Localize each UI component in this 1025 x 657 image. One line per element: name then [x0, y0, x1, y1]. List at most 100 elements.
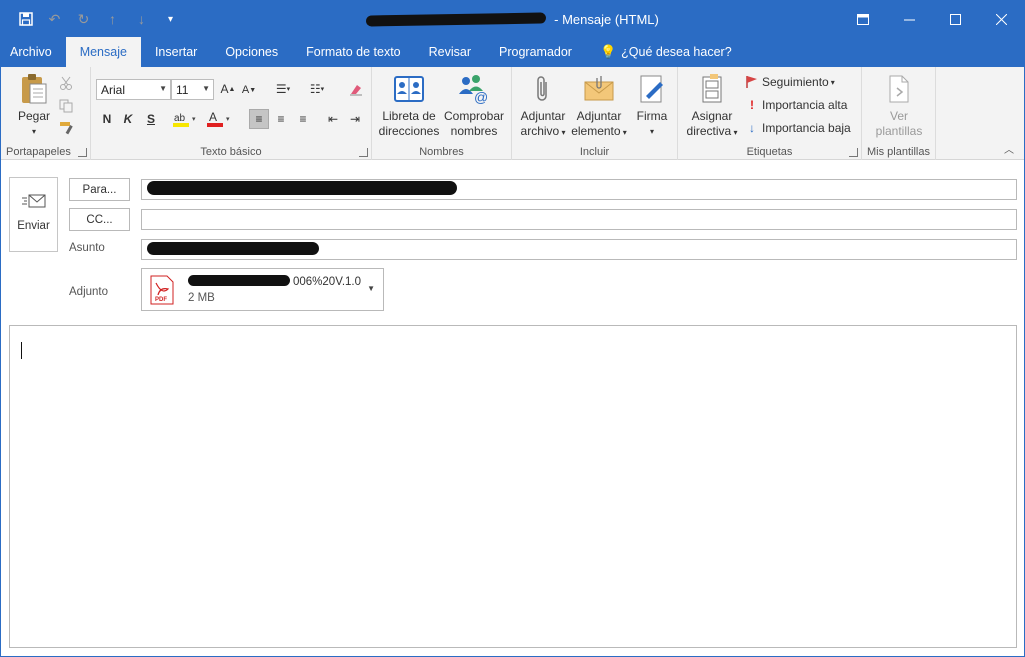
assign-policy-button[interactable]: Asignar directiva ▾ [681, 71, 743, 140]
message-body-editor[interactable] [9, 325, 1017, 648]
check-names-button[interactable]: @ Comprobar nombres [442, 71, 506, 139]
numbering-icon[interactable]: ☷ ▾ [303, 79, 331, 99]
template-icon [882, 71, 916, 107]
high-importance-button[interactable]: ! Importancia alta [745, 94, 847, 116]
group-templates: Ver plantillas Mis plantillas [862, 67, 936, 160]
bullets-icon[interactable]: ☰ ▾ [269, 79, 297, 99]
maximize-icon[interactable] [932, 1, 978, 37]
to-button[interactable]: Para... [69, 178, 130, 201]
tab-formato-de-texto[interactable]: Formato de texto [292, 37, 415, 67]
tab-mensaje[interactable]: Mensaje [65, 37, 141, 67]
tags-launcher-icon[interactable] [849, 148, 858, 157]
clipboard-launcher-icon[interactable] [78, 148, 87, 157]
font-size-value: 11 [176, 82, 189, 97]
svg-text:▾: ▾ [192, 116, 196, 123]
tell-me-box[interactable]: 💡 ¿Qué desea hacer? [586, 37, 746, 67]
address-book-button[interactable]: Libreta de direcciones [377, 71, 441, 139]
increase-indent-icon[interactable]: ⇥ [345, 109, 365, 129]
align-left-icon[interactable]: ≡ [249, 109, 269, 129]
tab-opciones[interactable]: Opciones [211, 37, 292, 67]
attachment-label: Adjunto [69, 286, 109, 298]
group-names: Libreta de direcciones @ Comprobar nombr… [372, 67, 512, 160]
address-book-label-1: Libreta de [382, 109, 436, 123]
group-basic-text: Arial ▼ 11 ▼ A ▲ A ▼ ☰ ▾ ☷ ▾ N K S ab ▾ A ▾ ≡ [91, 67, 372, 160]
group-label-names: Nombres [419, 146, 464, 158]
clipboard-icon [17, 71, 51, 107]
ribbon-display-options-icon[interactable] [840, 1, 886, 37]
group-label-clipboard: Portapapeles [6, 146, 71, 158]
cc-field[interactable] [141, 209, 1017, 230]
assign-policy-label-2: directiva [686, 124, 732, 138]
window-controls [840, 1, 1024, 37]
chevron-down-icon: ▾ [830, 77, 835, 87]
check-names-icon: @ [457, 71, 491, 107]
tell-me-text: ¿Qué desea hacer? [621, 45, 732, 59]
send-envelope-icon [21, 192, 47, 212]
group-label-tags: Etiquetas [746, 146, 793, 158]
minimize-icon[interactable] [886, 1, 932, 37]
svg-text:PDF: PDF [155, 297, 167, 303]
italic-button[interactable]: K [118, 109, 138, 129]
attach-item-label-1: Adjuntar [576, 109, 622, 123]
policy-cabinet-icon [695, 71, 729, 107]
highlight-color-button[interactable]: ab ▾ [171, 109, 201, 129]
shrink-font-icon[interactable]: A ▼ [239, 80, 259, 100]
follow-up-button[interactable]: Seguimiento ▾ [745, 71, 835, 93]
group-label-include: Incluir [579, 146, 610, 158]
view-templates-button[interactable]: Ver plantillas [868, 71, 930, 139]
font-size-select[interactable]: 11 ▼ [171, 79, 214, 100]
group-include: Adjuntar archivo ▾ Adjuntar elemento ▾ F… [512, 67, 678, 160]
attach-item-label-2: elemento [571, 124, 621, 138]
collapse-ribbon-icon[interactable]: ︿ [1004, 141, 1014, 156]
group-label-basic-text: Texto básico [200, 146, 262, 158]
chevron-down-icon: ▼ [202, 84, 210, 93]
attach-file-label-1: Adjuntar [520, 109, 566, 123]
tab-insertar[interactable]: Insertar [141, 37, 211, 67]
low-importance-button[interactable]: ↓ Importancia baja [745, 117, 851, 139]
font-color-button[interactable]: A ▾ [205, 109, 235, 129]
underline-button[interactable]: S [141, 109, 161, 129]
attachment-dropdown-icon[interactable]: ▼ [367, 284, 375, 293]
ribbon: Pegar ▾ Portapapeles Arial ▼ 11 ▼ A ▲ A … [1, 67, 1024, 160]
tab-revisar[interactable]: Revisar [415, 37, 485, 67]
redacted-recipients [147, 181, 457, 195]
attach-file-label-2: archivo [520, 124, 560, 138]
chevron-down-icon: ▼ [159, 84, 167, 93]
format-painter-icon[interactable] [59, 117, 75, 139]
flag-icon [746, 76, 757, 88]
pdf-icon: PDF [150, 275, 174, 305]
chevron-down-icon: ▾ [559, 128, 566, 137]
align-center-icon[interactable]: ≡ [271, 109, 291, 129]
bold-button[interactable]: N [97, 109, 117, 129]
tab-archivo[interactable]: Archivo [1, 37, 66, 67]
clear-formatting-icon[interactable] [346, 79, 366, 99]
font-name-select[interactable]: Arial ▼ [96, 79, 171, 100]
chevron-down-icon: ▾ [649, 127, 654, 136]
attachment-chip[interactable]: PDF 006%20V.1.0 2 MB ▼ [141, 268, 384, 311]
align-right-icon[interactable]: ≡ [293, 109, 313, 129]
signature-button[interactable]: Firma ▾ [629, 71, 675, 139]
chevron-down-icon: ▾ [620, 128, 627, 137]
cc-button[interactable]: CC... [69, 208, 130, 231]
send-button[interactable]: Enviar [9, 177, 58, 252]
cut-icon[interactable] [59, 72, 73, 94]
ribbon-tabs: Archivo Mensaje Insertar Opciones Format… [1, 37, 1024, 67]
basic-text-launcher-icon[interactable] [359, 148, 368, 157]
attach-item-button[interactable]: Adjuntar elemento ▾ [571, 71, 627, 140]
low-importance-label: Importancia baja [762, 121, 851, 135]
paste-button[interactable]: Pegar ▾ [11, 71, 57, 139]
subject-label: Asunto [69, 242, 105, 254]
redacted-subject [366, 11, 547, 27]
grow-font-icon[interactable]: A ▲ [218, 79, 238, 99]
chevron-down-icon: ▾ [731, 128, 738, 137]
decrease-indent-icon[interactable]: ⇤ [323, 109, 343, 129]
attachment-size: 2 MB [188, 292, 215, 304]
copy-icon[interactable] [59, 95, 73, 117]
group-clipboard: Pegar ▾ Portapapeles [1, 67, 91, 160]
assign-policy-label-1: Asignar [691, 109, 733, 123]
group-tags: Asignar directiva ▾ Seguimiento ▾ ! Impo… [678, 67, 862, 160]
tab-programador[interactable]: Programador [485, 37, 586, 67]
check-names-label-2: nombres [450, 124, 498, 138]
close-icon[interactable] [978, 1, 1024, 37]
attach-file-button[interactable]: Adjuntar archivo ▾ [515, 71, 571, 140]
